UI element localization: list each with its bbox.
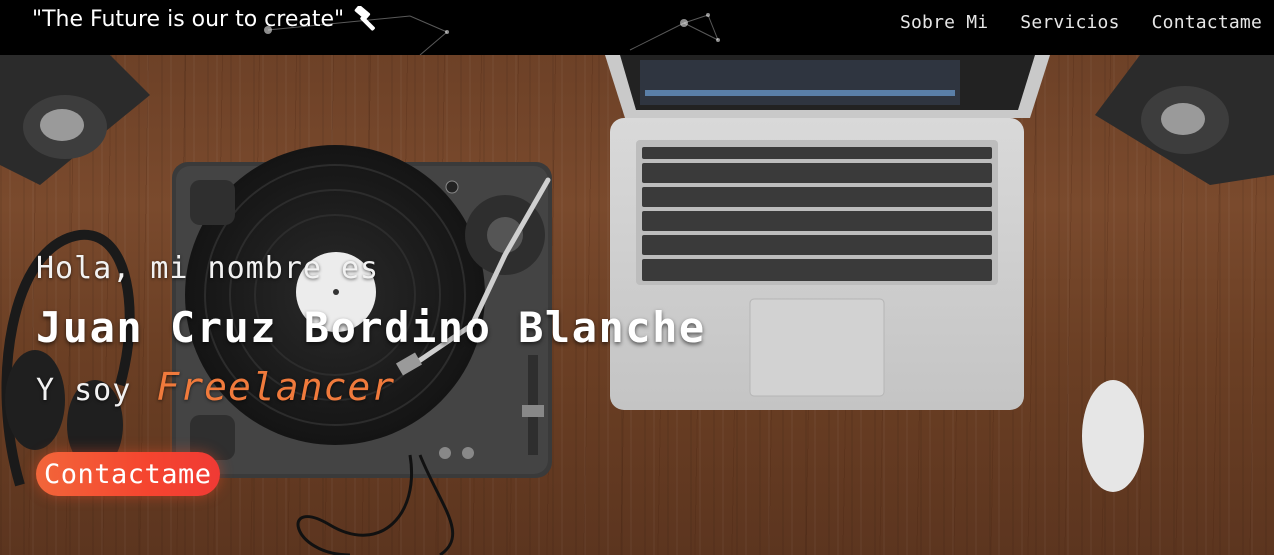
navbar: "The Future is our to create" Sobre Mi S…: [0, 0, 1274, 55]
speaker-left: [0, 55, 150, 185]
nav-link-sobre-mi[interactable]: Sobre Mi: [900, 12, 988, 33]
role-prefix: Y soy: [36, 373, 132, 408]
role-typed-text: Freelancer: [156, 365, 396, 409]
hero-greeting: Hola, mi nombre es: [36, 251, 380, 286]
hammer-icon: [354, 6, 376, 31]
laptop: [605, 55, 1050, 410]
nav-menu: Sobre Mi Servicios Contactame: [900, 12, 1262, 33]
hero-name: Juan Cruz Bordino Blanche: [36, 303, 706, 352]
nav-link-servicios[interactable]: Servicios: [1020, 12, 1119, 33]
brand-text: "The Future is our to create": [32, 6, 345, 32]
speaker-right: [1095, 55, 1274, 185]
nav-link-contactame[interactable]: Contactame: [1152, 12, 1262, 33]
hero-role-line: Y soy Freelancer: [36, 365, 395, 409]
hero-section: Hola, mi nombre es Juan Cruz Bordino Bla…: [0, 55, 1274, 555]
mouse: [1082, 380, 1144, 492]
contactame-button[interactable]: Contactame: [36, 452, 220, 496]
brand-logo[interactable]: "The Future is our to create": [32, 6, 380, 32]
